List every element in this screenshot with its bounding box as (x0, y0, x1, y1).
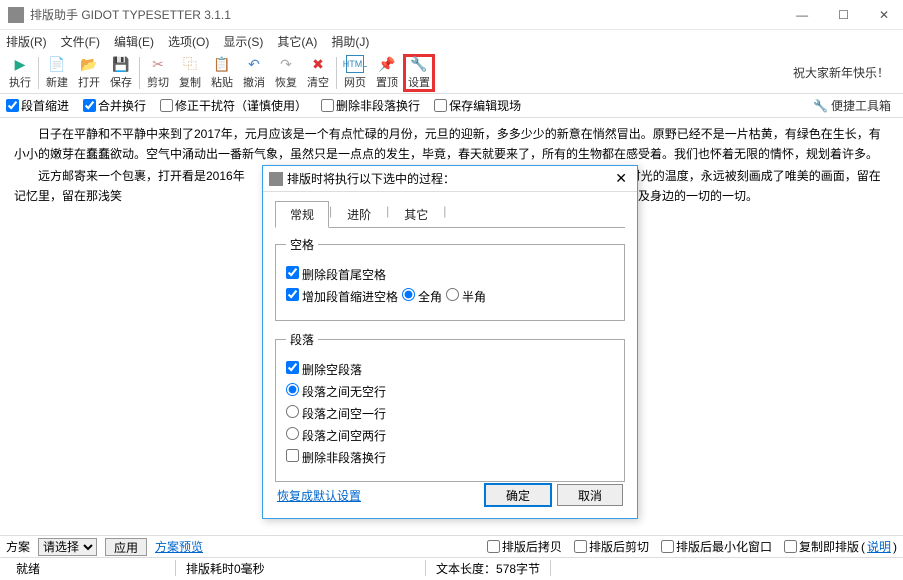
dialog-title: 排版时将执行以下选中的过程： (287, 170, 611, 187)
menu-options[interactable]: 选项(O) (168, 33, 209, 50)
execute-button[interactable]: ▶执行 (4, 54, 36, 92)
group-spaces: 空格 删除段首尾空格 增加段首缩进空格 全角 半角 (275, 236, 625, 321)
settings-button[interactable]: 🔧设置 (403, 54, 435, 92)
paste-button[interactable]: 📋粘贴 (206, 54, 238, 92)
chk-del-non-para[interactable]: 删除非段落换行 (286, 449, 386, 466)
chk-del-empty-para[interactable]: 删除空段落 (286, 361, 362, 378)
paragraph: 日子在平静和不平静中来到了2017年，元月应该是一个有点忙碌的月份，元旦的迎新，… (14, 124, 889, 164)
opt-save-scene[interactable]: 保存编辑现场 (434, 97, 521, 114)
cut-button[interactable]: ✂剪切 (142, 54, 174, 92)
greeting-text: 祝大家新年快乐！ (793, 64, 899, 81)
status-length: 文本长度：578字节 (426, 560, 551, 576)
tab-advanced[interactable]: 进阶 (332, 201, 386, 228)
dialog-tabs: 常规 | 进阶 | 其它 | (275, 200, 625, 228)
menu-other[interactable]: 其它(A) (277, 33, 317, 50)
new-button[interactable]: 📄新建 (41, 54, 73, 92)
webpage-button[interactable]: HTML网页 (339, 54, 371, 92)
radio-fullwidth[interactable]: 全角 (402, 288, 442, 305)
clear-button[interactable]: ✖清空 (302, 54, 334, 92)
chk-add-indent[interactable]: 增加段首缩进空格 (286, 288, 398, 305)
save-button[interactable]: 💾保存 (105, 54, 137, 92)
ok-button[interactable]: 确定 (485, 484, 551, 506)
menu-typeset[interactable]: 排版(R) (6, 33, 47, 50)
chk-del-trailing[interactable]: 删除段首尾空格 (286, 266, 386, 283)
opt-fix[interactable]: 修正干扰符（谨慎使用） (160, 97, 307, 114)
radio-two-blank[interactable]: 段落之间空两行 (286, 427, 386, 444)
radio-one-blank[interactable]: 段落之间空一行 (286, 405, 386, 422)
status-time: 排版耗时0毫秒 (176, 560, 426, 576)
scheme-select[interactable]: 请选择 (38, 538, 97, 556)
status-bar: 就绪 排版耗时0毫秒 文本长度：578字节 (0, 558, 903, 578)
opt-copy-typeset[interactable]: 复制即排版(说明) (784, 538, 897, 555)
radio-halfwidth[interactable]: 半角 (446, 288, 486, 305)
bottom-bar: 方案 请选择 应用 方案预览 排版后拷贝 排版后剪切 排版后最小化窗口 复制即排… (0, 536, 903, 558)
opt-cut-after[interactable]: 排版后剪切 (574, 538, 649, 555)
tab-general[interactable]: 常规 (275, 201, 329, 228)
dialog-close-button[interactable]: ✕ (611, 170, 631, 187)
opt-indent[interactable]: 段首缩进 (6, 97, 69, 114)
opt-copy-after[interactable]: 排版后拷贝 (487, 538, 562, 555)
scheme-label: 方案 (6, 538, 30, 555)
menubar: 排版(R) 文件(F) 编辑(E) 选项(O) 显示(S) 其它(A) 捐助(J… (0, 30, 903, 52)
tab-other[interactable]: 其它 (389, 201, 443, 228)
undo-button[interactable]: ↶撤消 (238, 54, 270, 92)
wrench-icon: 🔧 (813, 99, 828, 113)
dialog-icon (269, 172, 283, 186)
redo-button[interactable]: ↷恢复 (270, 54, 302, 92)
opt-wrap[interactable]: 合并换行 (83, 97, 146, 114)
toolbox-button[interactable]: 🔧便捷工具箱 (813, 97, 897, 114)
group-paragraph: 段落 删除空段落 段落之间无空行 段落之间空一行 段落之间空两行 删除非段落换行 (275, 331, 625, 482)
open-button[interactable]: 📂打开 (73, 54, 105, 92)
menu-display[interactable]: 显示(S) (223, 33, 263, 50)
menu-file[interactable]: 文件(F) (61, 33, 100, 50)
cancel-button[interactable]: 取消 (557, 484, 623, 506)
explain-link[interactable]: 说明 (867, 538, 891, 555)
menu-edit[interactable]: 编辑(E) (114, 33, 154, 50)
opt-minimize-after[interactable]: 排版后最小化窗口 (661, 538, 772, 555)
menu-donate[interactable]: 捐助(J) (331, 33, 369, 50)
options-bar: 段首缩进 合并换行 修正干扰符（谨慎使用） 删除非段落换行 保存编辑现场 🔧便捷… (0, 94, 903, 118)
opt-delnon[interactable]: 删除非段落换行 (321, 97, 420, 114)
maximize-button[interactable]: ☐ (832, 6, 855, 24)
close-button[interactable]: ✕ (873, 6, 895, 24)
settings-dialog: 排版时将执行以下选中的过程： ✕ 常规 | 进阶 | 其它 | 空格 删除段首尾… (262, 165, 638, 519)
ontop-button[interactable]: 📌置顶 (371, 54, 403, 92)
app-icon (8, 7, 24, 23)
status-ready: 就绪 (6, 560, 176, 576)
copy-button[interactable]: ⿻复制 (174, 54, 206, 92)
window-title: 排版助手 GIDOT TYPESETTER 3.1.1 (30, 6, 790, 23)
toolbar: ▶执行 📄新建 📂打开 💾保存 ✂剪切 ⿻复制 📋粘贴 ↶撤消 ↷恢复 ✖清空 … (0, 52, 903, 94)
restore-defaults-link[interactable]: 恢复成默认设置 (277, 487, 361, 504)
preview-link[interactable]: 方案预览 (155, 538, 203, 555)
radio-no-blank[interactable]: 段落之间无空行 (286, 383, 386, 400)
apply-button[interactable]: 应用 (105, 538, 147, 556)
minimize-button[interactable]: — (790, 6, 814, 24)
